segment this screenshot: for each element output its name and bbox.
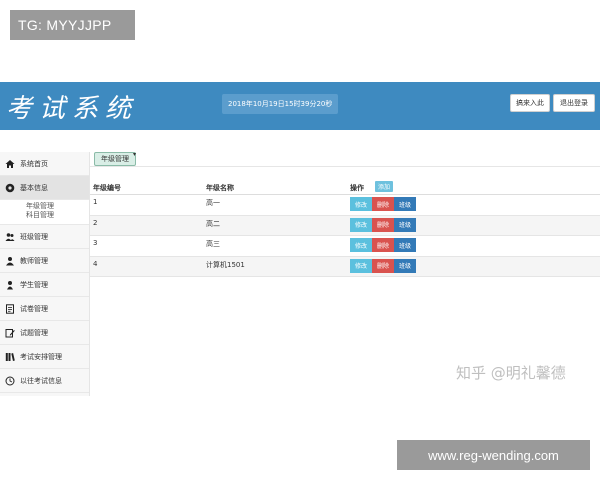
sidebar-item-label: 试卷管理 xyxy=(20,304,48,313)
books-icon xyxy=(4,351,15,362)
sidebar-item-basic-info[interactable]: 基本信息 xyxy=(0,176,89,200)
delete-button[interactable]: 删除 xyxy=(372,238,394,252)
clock-icon xyxy=(4,375,15,386)
caret-icon: ▾ xyxy=(132,151,136,158)
sidebar-item-label: 系统首页 xyxy=(20,159,48,168)
sidebar-item-label: 学生管理 xyxy=(20,280,48,289)
edit-button[interactable]: 修改 xyxy=(350,217,372,232)
edit-icon xyxy=(4,327,15,338)
basic-info-subnav: 年级管理 科目管理 xyxy=(0,200,89,225)
row-actions: 修改 删除 班级 xyxy=(350,217,416,232)
cell-grade-id: 4 xyxy=(93,259,98,268)
cell-grade-id: 3 xyxy=(93,239,98,247)
enter-button[interactable]: 搞来入此 xyxy=(510,94,550,112)
row-actions: 修改 删除 班级 xyxy=(350,197,416,211)
delete-button[interactable]: 删除 xyxy=(372,217,394,232)
tag-overlay: TG: MYYJJPP xyxy=(10,10,135,40)
app-logo: 考试系统 xyxy=(6,94,139,124)
sidebar: 系统首页 基本信息 年级管理 科目管理 班级管理 教师管理 学生管理 试卷管理 xyxy=(0,152,90,396)
table-header: 年级编号 年级名称 操作 添加 xyxy=(90,180,600,195)
add-button[interactable]: 添加 xyxy=(375,181,394,192)
header-operations: 操作 xyxy=(350,184,364,192)
sidebar-item-past-exams[interactable]: 以往考试信息 xyxy=(0,369,89,393)
gear-icon xyxy=(4,182,15,193)
class-button[interactable]: 班级 xyxy=(394,197,416,211)
grade-table: 年级编号 年级名称 操作 添加 1 高一 修改 删除 班级 2 高二 修改 删除… xyxy=(90,180,600,277)
cell-grade-name: 高二 xyxy=(206,219,220,228)
sidebar-item-exam-schedule[interactable]: 考试安排管理 xyxy=(0,345,89,369)
delete-button[interactable]: 删除 xyxy=(372,197,394,211)
sidebar-item-home[interactable]: 系统首页 xyxy=(0,152,89,176)
breadcrumb-tab-grade-management[interactable]: 年级管理 ▾ xyxy=(94,151,136,166)
subnav-grade-management[interactable]: 年级管理 xyxy=(26,202,89,211)
sidebar-item-teacher-management[interactable]: 教师管理 xyxy=(0,249,89,273)
header-grade-name: 年级名称 xyxy=(206,184,234,192)
sidebar-item-label: 试题管理 xyxy=(20,328,48,337)
url-overlay: www.reg-wending.com xyxy=(397,440,590,470)
row-actions: 修改 删除 班级 xyxy=(350,238,416,252)
logout-button[interactable]: 退出登录 xyxy=(553,94,595,112)
cell-grade-id: 1 xyxy=(93,198,98,206)
table-row: 4 计算机1501 修改 删除 班级 xyxy=(90,256,600,277)
watermark: 知乎 @明礼馨德 xyxy=(456,364,566,382)
subnav-subject-management[interactable]: 科目管理 xyxy=(26,211,89,220)
breadcrumb-label: 年级管理 xyxy=(101,155,129,163)
edit-button[interactable]: 修改 xyxy=(350,258,372,273)
sidebar-item-label: 以往考试信息 xyxy=(20,376,62,385)
sidebar-item-label: 教师管理 xyxy=(20,256,48,265)
class-button[interactable]: 班级 xyxy=(394,258,416,273)
cell-grade-id: 2 xyxy=(93,218,98,227)
document-icon xyxy=(4,303,15,314)
edit-button[interactable]: 修改 xyxy=(350,197,372,211)
header-grade-id: 年级编号 xyxy=(93,184,121,192)
cell-grade-name: 高一 xyxy=(206,199,220,207)
sidebar-item-paper-management[interactable]: 试卷管理 xyxy=(0,297,89,321)
table-row: 2 高二 修改 删除 班级 xyxy=(90,215,600,236)
sidebar-item-class-management[interactable]: 班级管理 xyxy=(0,225,89,249)
cell-grade-name: 高三 xyxy=(206,240,220,248)
class-button[interactable]: 班级 xyxy=(394,217,416,232)
users-icon xyxy=(4,231,15,242)
sidebar-item-label: 基本信息 xyxy=(20,183,48,192)
content-divider xyxy=(90,166,600,167)
class-button[interactable]: 班级 xyxy=(394,238,416,252)
user-icon xyxy=(4,279,15,290)
sidebar-item-label: 班级管理 xyxy=(20,232,48,241)
table-row: 1 高一 修改 删除 班级 xyxy=(90,195,600,216)
row-actions: 修改 删除 班级 xyxy=(350,258,416,273)
home-icon xyxy=(4,158,15,169)
cell-grade-name: 计算机1501 xyxy=(206,260,245,269)
delete-button[interactable]: 删除 xyxy=(372,258,394,273)
user-icon xyxy=(4,255,15,266)
sidebar-item-label: 考试安排管理 xyxy=(20,352,62,361)
datetime-display: 2018年10月19日15时39分20秒 xyxy=(222,94,339,114)
sidebar-item-question-management[interactable]: 试题管理 xyxy=(0,321,89,345)
table-row: 3 高三 修改 删除 班级 xyxy=(90,236,600,257)
app-header: 考试系统 2018年10月19日15时39分20秒 搞来入此 退出登录 xyxy=(0,82,600,130)
edit-button[interactable]: 修改 xyxy=(350,238,372,252)
sidebar-item-student-management[interactable]: 学生管理 xyxy=(0,273,89,297)
